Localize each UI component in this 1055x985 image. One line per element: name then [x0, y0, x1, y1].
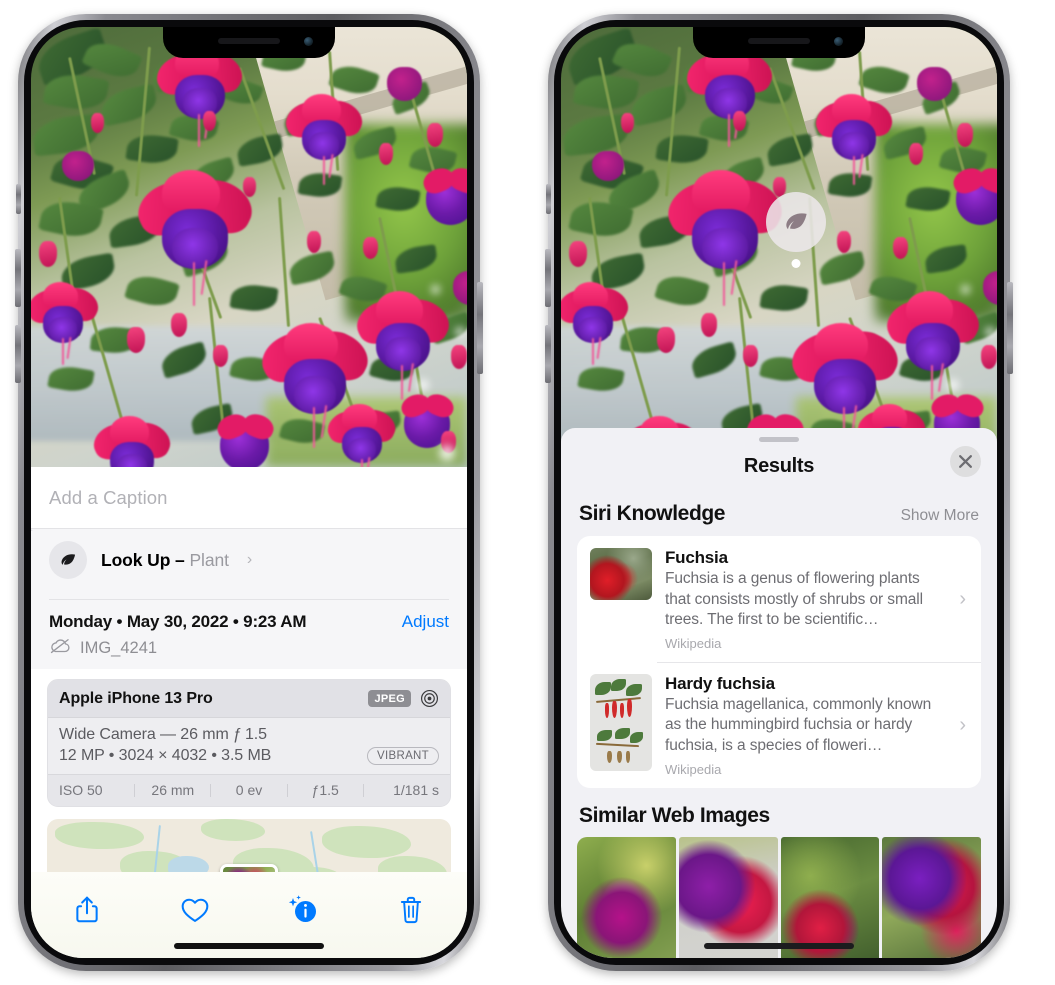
close-icon[interactable]	[950, 446, 981, 477]
exif-row: ISO 50 26 mm 0 ev ƒ1.5 1/181 s	[48, 774, 450, 806]
exif-value: ISO 50	[59, 782, 103, 798]
photo-metadata: Monday • May 30, 2022 • 9:23 AM Adjust I…	[31, 591, 467, 669]
similar-image[interactable]	[678, 836, 778, 958]
earpiece-speaker	[218, 38, 280, 44]
results-sheet: Results Siri Knowledge Show More Fuchsia…	[561, 428, 997, 958]
look-up-row[interactable]: ✦ ✦ Look Up – Plant ›	[31, 524, 467, 591]
badge-tail	[791, 259, 801, 268]
photo-viewer[interactable]	[31, 27, 467, 467]
chevron-right-icon: ›	[246, 551, 253, 568]
knowledge-source: Wikipedia	[665, 761, 722, 777]
info-button[interactable]	[281, 888, 325, 932]
thumbnail	[590, 548, 652, 600]
volume-down-button[interactable]	[545, 325, 551, 383]
knowledge-description: Fuchsia magellanica, commonly known as t…	[665, 695, 932, 755]
exif-value: 1/181 s	[393, 782, 440, 798]
silent-switch[interactable]	[546, 184, 551, 214]
delete-button[interactable]	[389, 888, 433, 932]
power-button[interactable]	[1007, 282, 1013, 374]
list-item[interactable]: Fuchsia Fuchsia is a genus of flowering …	[577, 536, 981, 662]
volume-up-button[interactable]	[545, 249, 551, 307]
leaf-icon	[49, 541, 87, 579]
look-up-subject: Plant	[189, 549, 229, 570]
volume-up-button[interactable]	[15, 249, 21, 307]
phone-right: Results Siri Knowledge Show More Fuchsia…	[545, 14, 1013, 971]
favorite-button[interactable]	[173, 888, 217, 932]
photo-date: Monday • May 30, 2022 • 9:23 AM	[49, 612, 307, 631]
camera-lens-info: Wide Camera — 26 mm ƒ 1.5	[59, 726, 267, 743]
knowledge-title: Fuchsia	[665, 548, 728, 567]
adjust-button[interactable]: Adjust	[402, 612, 449, 632]
icloud-slash-icon	[49, 638, 71, 659]
photo-filename: IMG_4241	[80, 639, 158, 657]
similar-web-images-heading: Similar Web Images	[579, 803, 770, 827]
front-camera	[834, 37, 843, 46]
home-indicator[interactable]	[704, 943, 854, 949]
thumbnail	[590, 673, 652, 771]
camera-info-card: Apple iPhone 13 Pro JPEG Wide Camera — 2…	[47, 679, 451, 807]
exif-value: 0 ev	[235, 782, 263, 798]
list-item[interactable]: Hardy fuchsia Fuchsia magellanica, commo…	[577, 661, 981, 788]
camera-device-name: Apple iPhone 13 Pro	[59, 689, 213, 707]
share-button[interactable]	[65, 888, 109, 932]
caption-placeholder: Add a Caption	[49, 486, 168, 508]
camera-specs: 12 MP • 3024 × 4032 • 3.5 MB	[59, 747, 272, 764]
similar-image[interactable]	[882, 836, 981, 958]
knowledge-source: Wikipedia	[665, 635, 722, 651]
results-title: Results	[743, 454, 815, 477]
home-indicator[interactable]	[174, 943, 324, 949]
exif-value: 26 mm	[151, 782, 195, 798]
similar-image[interactable]	[577, 836, 676, 958]
phone-screen-left: Add a Caption ✦ ✦ Look Up – Plant ›	[31, 27, 467, 958]
chevron-right-icon: ›	[959, 713, 966, 736]
similar-image[interactable]	[780, 836, 880, 958]
sparkle-icon: ✦	[31, 524, 34, 540]
volume-down-button[interactable]	[15, 325, 21, 383]
photographic-style-badge: VIBRANT	[367, 747, 439, 765]
device-notch	[693, 27, 865, 58]
screenshot-stage: Add a Caption ✦ ✦ Look Up – Plant ›	[0, 0, 1055, 985]
silent-switch[interactable]	[16, 184, 21, 214]
power-button[interactable]	[477, 282, 483, 374]
knowledge-description: Fuchsia is a genus of flowering plants t…	[665, 570, 923, 629]
aperture-icon	[420, 689, 439, 708]
photo-info-sheet: Add a Caption ✦ ✦ Look Up – Plant ›	[31, 467, 467, 958]
divider	[49, 599, 449, 600]
similar-web-images-strip[interactable]	[561, 836, 997, 958]
phone-left: Add a Caption ✦ ✦ Look Up – Plant ›	[15, 14, 483, 971]
format-badge: JPEG	[368, 690, 411, 707]
siri-knowledge-heading: Siri Knowledge	[579, 502, 726, 525]
device-notch	[163, 27, 335, 58]
look-up-label: Look Up – Plant	[101, 549, 229, 570]
chevron-right-icon: ›	[959, 587, 966, 610]
front-camera	[304, 37, 313, 46]
earpiece-speaker	[748, 38, 810, 44]
show-more-button[interactable]: Show More	[901, 507, 979, 525]
knowledge-title: Hardy fuchsia	[665, 673, 775, 693]
visual-lookup-leaf-badge[interactable]	[766, 192, 826, 268]
phone-screen-right: Results Siri Knowledge Show More Fuchsia…	[561, 27, 997, 958]
knowledge-card-list: Fuchsia Fuchsia is a genus of flowering …	[577, 536, 981, 788]
caption-row[interactable]: Add a Caption	[31, 467, 467, 529]
exif-value: ƒ1.5	[311, 782, 339, 798]
